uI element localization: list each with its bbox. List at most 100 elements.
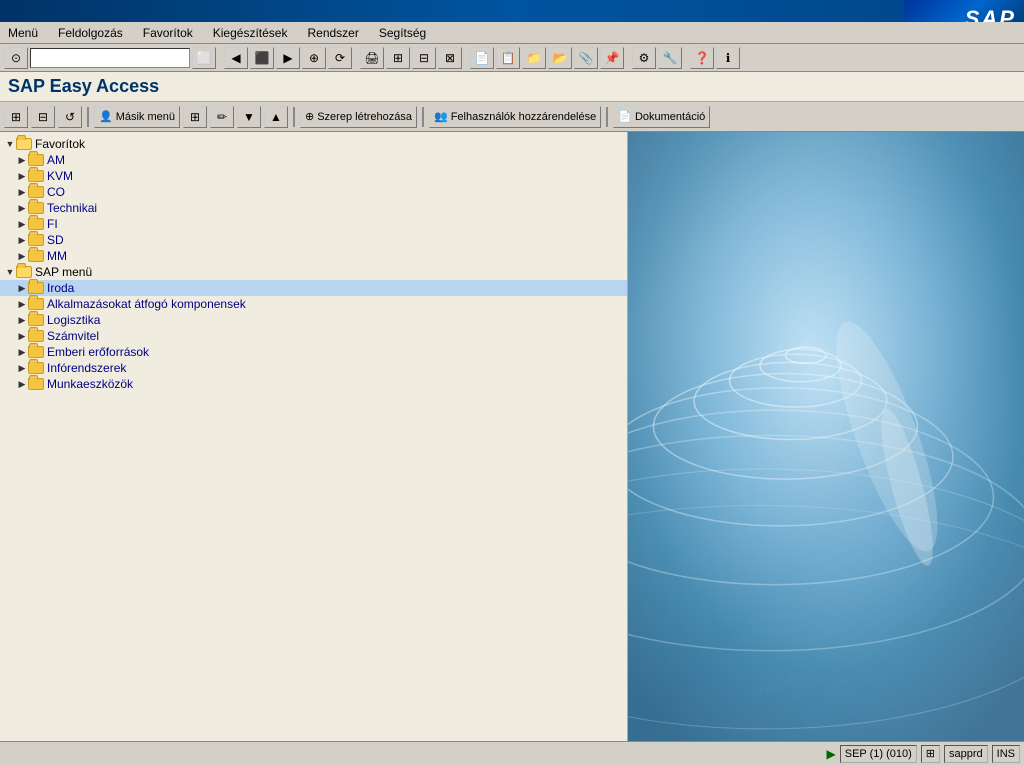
- nav-forward-button[interactable]: ▶: [276, 47, 300, 69]
- info-button[interactable]: ℹ: [716, 47, 740, 69]
- print-button[interactable]: 🖨: [360, 47, 384, 69]
- masik-menu-button[interactable]: 👤 Másik menü: [94, 106, 180, 128]
- co-label: CO: [47, 185, 65, 199]
- szamvitel-label: Számvitel: [47, 329, 99, 343]
- toolbar-icon5[interactable]: ✏: [210, 106, 234, 128]
- sd-folder-icon: [28, 233, 44, 247]
- tree-item-co[interactable]: ▶ CO: [0, 184, 627, 200]
- nav-prev-button[interactable]: ◀: [224, 47, 248, 69]
- fi-folder-icon: [28, 217, 44, 231]
- menu-menu[interactable]: Menü: [4, 24, 42, 42]
- szerep-icon: ⊕: [305, 110, 314, 123]
- toolbar-icon3[interactable]: ↺: [58, 106, 82, 128]
- szamvitel-expand-arrow[interactable]: ▶: [16, 329, 28, 343]
- doc-button2[interactable]: 📋: [496, 47, 520, 69]
- folder-icon: [28, 282, 44, 294]
- doc-button1[interactable]: 📄: [470, 47, 494, 69]
- settings-button1[interactable]: ⚙: [632, 47, 656, 69]
- logisztika-folder-icon: [28, 313, 44, 327]
- doc-button3[interactable]: 📁: [522, 47, 546, 69]
- tree-item-technikai[interactable]: ▶ Technikai: [0, 200, 627, 216]
- menu-bar: Menü Feldolgozás Favorítok Kiegészítések…: [0, 22, 1024, 44]
- clear-input-button[interactable]: ⬜: [192, 47, 216, 69]
- folder-icon: [28, 154, 44, 166]
- toolbar-icon7[interactable]: ▲: [264, 106, 288, 128]
- favorites-root[interactable]: ▼ Favorítok: [0, 136, 627, 152]
- iroda-expand-arrow[interactable]: ▶: [16, 281, 28, 295]
- am-expand-arrow[interactable]: ▶: [16, 153, 28, 167]
- tree-item-emberi[interactable]: ▶ Emberi erőforrások: [0, 344, 627, 360]
- mm-expand-arrow[interactable]: ▶: [16, 249, 28, 263]
- tree-item-inforendszerek[interactable]: ▶ Infórendszerek: [0, 360, 627, 376]
- alkalmazasokat-label: Alkalmazásokat átfogó komponensek: [47, 297, 246, 311]
- masik-menu-icon: 👤: [99, 110, 113, 123]
- tree-item-logisztika[interactable]: ▶ Logisztika: [0, 312, 627, 328]
- settings-button2[interactable]: 🔧: [658, 47, 682, 69]
- image-panel: SAP mySAP: [628, 132, 1024, 741]
- folder-open-icon: [16, 138, 32, 150]
- refresh-button[interactable]: ⟳: [328, 47, 352, 69]
- logisztika-label: Logisztika: [47, 313, 100, 327]
- tree-item-szamvitel[interactable]: ▶ Számvitel: [0, 328, 627, 344]
- fi-expand-arrow[interactable]: ▶: [16, 217, 28, 231]
- sap-menu-folder-icon: [16, 265, 32, 279]
- water-ripple-svg: SAP mySAP: [628, 132, 1024, 741]
- toolbar-icon6[interactable]: ▼: [237, 106, 261, 128]
- title-bar: SAP _ □ ✕: [0, 0, 1024, 22]
- tree-panel[interactable]: ▼ Favorítok ▶ AM ▶ KVM ▶: [0, 132, 628, 741]
- menu-feldolgozas[interactable]: Feldolgozás: [54, 24, 127, 42]
- technikai-folder-icon: [28, 201, 44, 215]
- toolbar-icon2[interactable]: ⊟: [31, 106, 55, 128]
- tree-item-am[interactable]: ▶ AM: [0, 152, 627, 168]
- emberi-expand-arrow[interactable]: ▶: [16, 345, 28, 359]
- logisztika-expand-arrow[interactable]: ▶: [16, 313, 28, 327]
- szerep-letrehozasa-button[interactable]: ⊕ Szerep létrehozása: [300, 106, 417, 128]
- technikai-expand-arrow[interactable]: ▶: [16, 201, 28, 215]
- technikai-label: Technikai: [47, 201, 97, 215]
- menu-kiegeszitesek[interactable]: Kiegészítések: [209, 24, 292, 42]
- tree-item-sd[interactable]: ▶ SD: [0, 232, 627, 248]
- menu-segitseg[interactable]: Segítség: [375, 24, 430, 42]
- tree-item-alkalmazasokat[interactable]: ▶ Alkalmazásokat átfogó komponensek: [0, 296, 627, 312]
- inforendszerek-expand-arrow[interactable]: ▶: [16, 361, 28, 375]
- toolbar-icon4[interactable]: ⊞: [183, 106, 207, 128]
- co-expand-arrow[interactable]: ▶: [16, 185, 28, 199]
- page-title-bar: SAP Easy Access: [0, 72, 1024, 102]
- doc-button4[interactable]: 📂: [548, 47, 572, 69]
- tree-item-mm[interactable]: ▶ MM: [0, 248, 627, 264]
- sap-menu-root[interactable]: ▼ SAP menü: [0, 264, 627, 280]
- sd-expand-arrow[interactable]: ▶: [16, 233, 28, 247]
- dokumentacio-button[interactable]: 📄 Dokumentáció: [613, 106, 710, 128]
- status-session: SEP (1) (010): [840, 745, 917, 763]
- tree-item-kvm[interactable]: ▶ KVM: [0, 168, 627, 184]
- help-button[interactable]: ❓: [690, 47, 714, 69]
- munkaeszkozok-expand-arrow[interactable]: ▶: [16, 377, 28, 391]
- doc-button6[interactable]: 📌: [600, 47, 624, 69]
- folder-icon: [28, 330, 44, 342]
- sd-label: SD: [47, 233, 64, 247]
- toolbar-icon1[interactable]: ⊞: [4, 106, 28, 128]
- doc-button5[interactable]: 📎: [574, 47, 598, 69]
- alkalmazasokat-expand-arrow[interactable]: ▶: [16, 297, 28, 311]
- felhasznalok-icon: 👥: [434, 110, 448, 123]
- menu-rendszer[interactable]: Rendszer: [303, 24, 362, 42]
- find-next-button[interactable]: ⊟: [412, 47, 436, 69]
- szerep-letrehozasa-label: Szerep létrehozása: [317, 111, 412, 123]
- menu-favoritok[interactable]: Favorítok: [139, 24, 197, 42]
- felhasznalok-hozzarendelese-button[interactable]: 👥 Felhasználók hozzárendelése: [429, 106, 601, 128]
- kvm-expand-arrow[interactable]: ▶: [16, 169, 28, 183]
- felhasznalok-hozzarendelese-label: Felhasználók hozzárendelése: [451, 111, 597, 123]
- tree-item-iroda[interactable]: ▶ Iroda: [0, 280, 627, 296]
- tree-item-munkaeszkozok[interactable]: ▶ Munkaeszközök: [0, 376, 627, 392]
- find-button[interactable]: ⊞: [386, 47, 410, 69]
- command-input[interactable]: [30, 48, 190, 68]
- back-nav-button[interactable]: ⊙: [4, 47, 28, 69]
- home-button[interactable]: ⊕: [302, 47, 326, 69]
- sap-menu-expand-arrow[interactable]: ▼: [4, 265, 16, 279]
- favorites-expand-arrow[interactable]: ▼: [4, 137, 16, 151]
- find-all-button[interactable]: ⊠: [438, 47, 462, 69]
- nav-back-button[interactable]: ⬛: [250, 47, 274, 69]
- kvm-label: KVM: [47, 169, 73, 183]
- status-bar: ▶ SEP (1) (010) ⊞ sapprd INS: [0, 741, 1024, 765]
- tree-item-fi[interactable]: ▶ FI: [0, 216, 627, 232]
